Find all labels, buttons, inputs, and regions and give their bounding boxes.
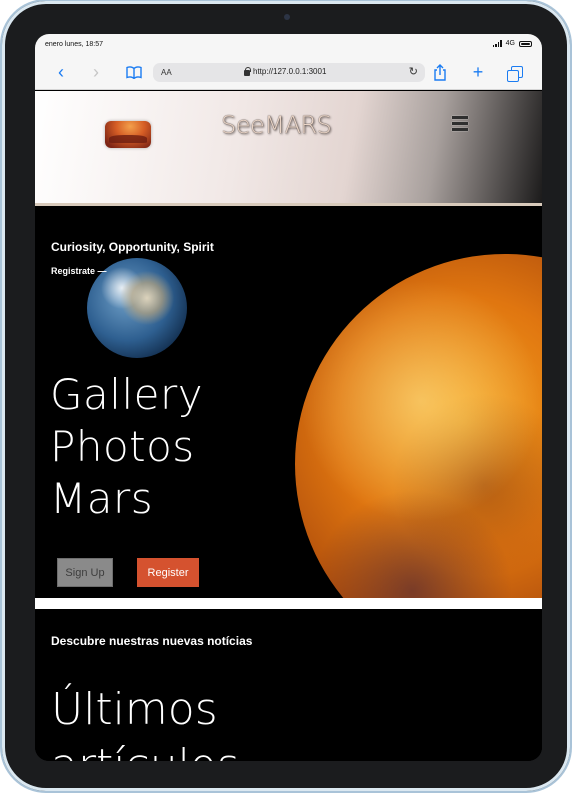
share-icon[interactable] xyxy=(431,62,449,82)
network-label: 4G xyxy=(505,40,515,47)
reload-icon[interactable]: ↻ xyxy=(409,65,418,78)
hero-section: Curiosity, Opportunity, Spirit Registrat… xyxy=(35,209,542,598)
news-section: Descubre nuestras nuevas notícias Último… xyxy=(35,609,542,761)
forward-icon[interactable]: › xyxy=(88,62,104,82)
address-bar[interactable]: AA http://127.0.0.1:3001 ↻ xyxy=(153,63,425,82)
news-title: Últimos artículos xyxy=(51,682,240,761)
registrate-link[interactable]: Registrate — xyxy=(51,266,107,276)
news-title-line: artículos xyxy=(51,738,240,761)
tabs-icon[interactable] xyxy=(505,62,523,82)
mars-logo-image[interactable] xyxy=(105,121,151,148)
brand-name[interactable]: SeeMARS xyxy=(221,111,332,139)
new-tab-icon[interactable]: + xyxy=(469,62,487,82)
hero-title-line: Photos xyxy=(50,422,195,471)
bookmarks-icon[interactable] xyxy=(125,62,143,82)
hero-title-line: Gallery xyxy=(50,370,204,419)
web-page: SeeMARS Curiosity, Opportunity, Spirit R… xyxy=(35,91,542,761)
hamburger-menu-icon[interactable] xyxy=(452,116,468,134)
browser-toolbar: ‹ › AA http://127.0.0.1:3001 ↻ + xyxy=(35,56,542,90)
hero-title: Gallery Photos Mars xyxy=(50,369,203,525)
status-time: enero lunes, 18:57 xyxy=(45,41,103,48)
battery-icon xyxy=(519,40,532,47)
back-icon[interactable]: ‹ xyxy=(53,62,69,82)
url-text: http://127.0.0.1:3001 xyxy=(253,67,327,76)
section-divider xyxy=(35,598,542,609)
screen: enero lunes, 18:57 4G ‹ › AA http://127.… xyxy=(35,34,542,761)
tablet-frame: enero lunes, 18:57 4G ‹ › AA http://127.… xyxy=(2,1,570,791)
hero-tagline: Curiosity, Opportunity, Spirit xyxy=(51,240,214,254)
sign-up-button[interactable]: Sign Up xyxy=(57,558,113,587)
news-title-line: Últimos xyxy=(51,684,218,735)
news-eyebrow: Descubre nuestras nuevas notícias xyxy=(51,634,253,648)
lock-icon xyxy=(244,66,251,76)
url-display[interactable]: http://127.0.0.1:3001 xyxy=(244,66,327,76)
site-header: SeeMARS xyxy=(35,91,542,206)
register-button[interactable]: Register xyxy=(137,558,199,587)
front-camera xyxy=(284,14,290,20)
status-bar: enero lunes, 18:57 4G xyxy=(35,34,542,56)
mars-planet-image xyxy=(295,254,542,598)
signal-icon xyxy=(492,40,502,47)
hero-title-line: Mars xyxy=(50,474,154,523)
text-size-button[interactable]: AA xyxy=(161,68,172,77)
status-indicators: 4G xyxy=(492,40,532,47)
